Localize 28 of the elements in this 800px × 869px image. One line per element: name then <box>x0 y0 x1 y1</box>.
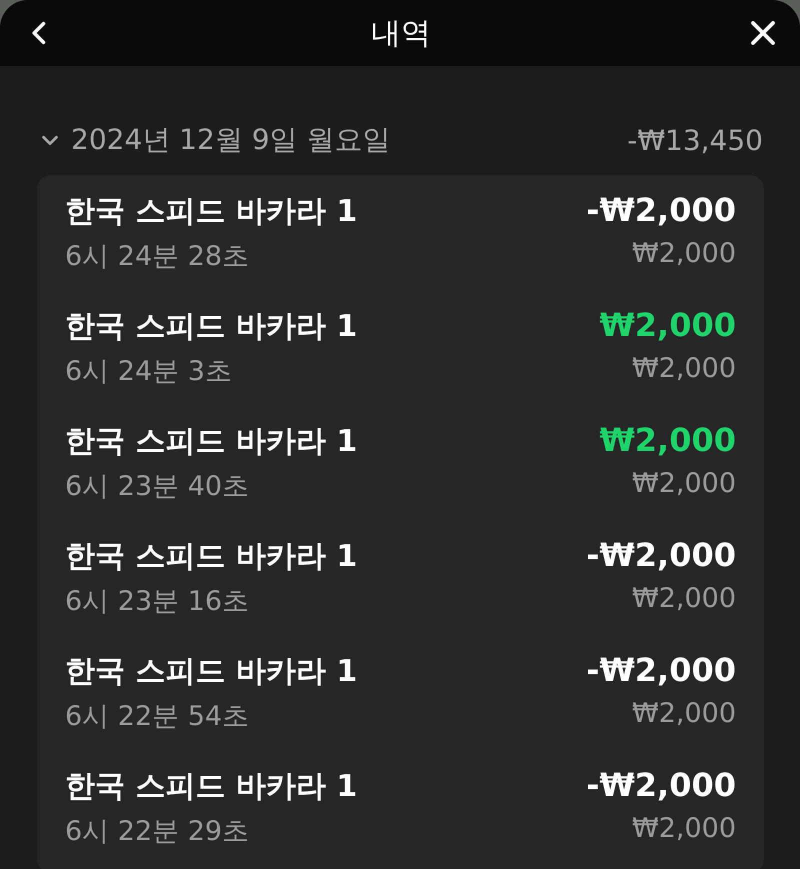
result-amount: ₩2,000 <box>599 421 736 461</box>
stake-amount: ₩2,000 <box>631 813 736 846</box>
result-amount: -₩2,000 <box>586 536 736 576</box>
date-group-toggle[interactable]: 2024년 12월 9일 월요일 <box>39 121 390 159</box>
stake-amount: ₩2,000 <box>631 698 736 731</box>
stake-amount: ₩2,000 <box>631 238 736 271</box>
game-name: 한국 스피드 바카라 1 <box>65 193 358 231</box>
result-amount: -₩2,000 <box>586 766 736 806</box>
result-amount: -₩2,000 <box>586 191 736 231</box>
game-name: 한국 스피드 바카라 1 <box>65 423 358 461</box>
transaction-time: 6시 22분 29초 <box>65 815 250 849</box>
transaction-time: 6시 23분 16초 <box>65 585 250 619</box>
result-amount: -₩2,000 <box>586 651 736 691</box>
transaction-time: 6시 22분 54초 <box>65 700 250 734</box>
transaction-time: 6시 24분 3초 <box>65 355 233 389</box>
result-amount: ₩2,000 <box>599 306 736 346</box>
game-name: 한국 스피드 바카라 1 <box>65 538 358 576</box>
stake-amount: ₩2,000 <box>631 583 736 616</box>
game-name: 한국 스피드 바카라 1 <box>65 308 358 346</box>
stake-amount: ₩2,000 <box>631 353 736 386</box>
close-icon <box>748 18 778 48</box>
transaction-time: 6시 23분 40초 <box>65 470 250 504</box>
transaction-time: 6시 24분 28초 <box>65 240 250 274</box>
game-name: 한국 스피드 바카라 1 <box>65 653 358 691</box>
group-total: -₩13,450 <box>627 124 763 156</box>
page-title: 내역 <box>371 14 431 52</box>
stake-amount: ₩2,000 <box>631 468 736 501</box>
game-name: 한국 스피드 바카라 1 <box>65 768 358 806</box>
